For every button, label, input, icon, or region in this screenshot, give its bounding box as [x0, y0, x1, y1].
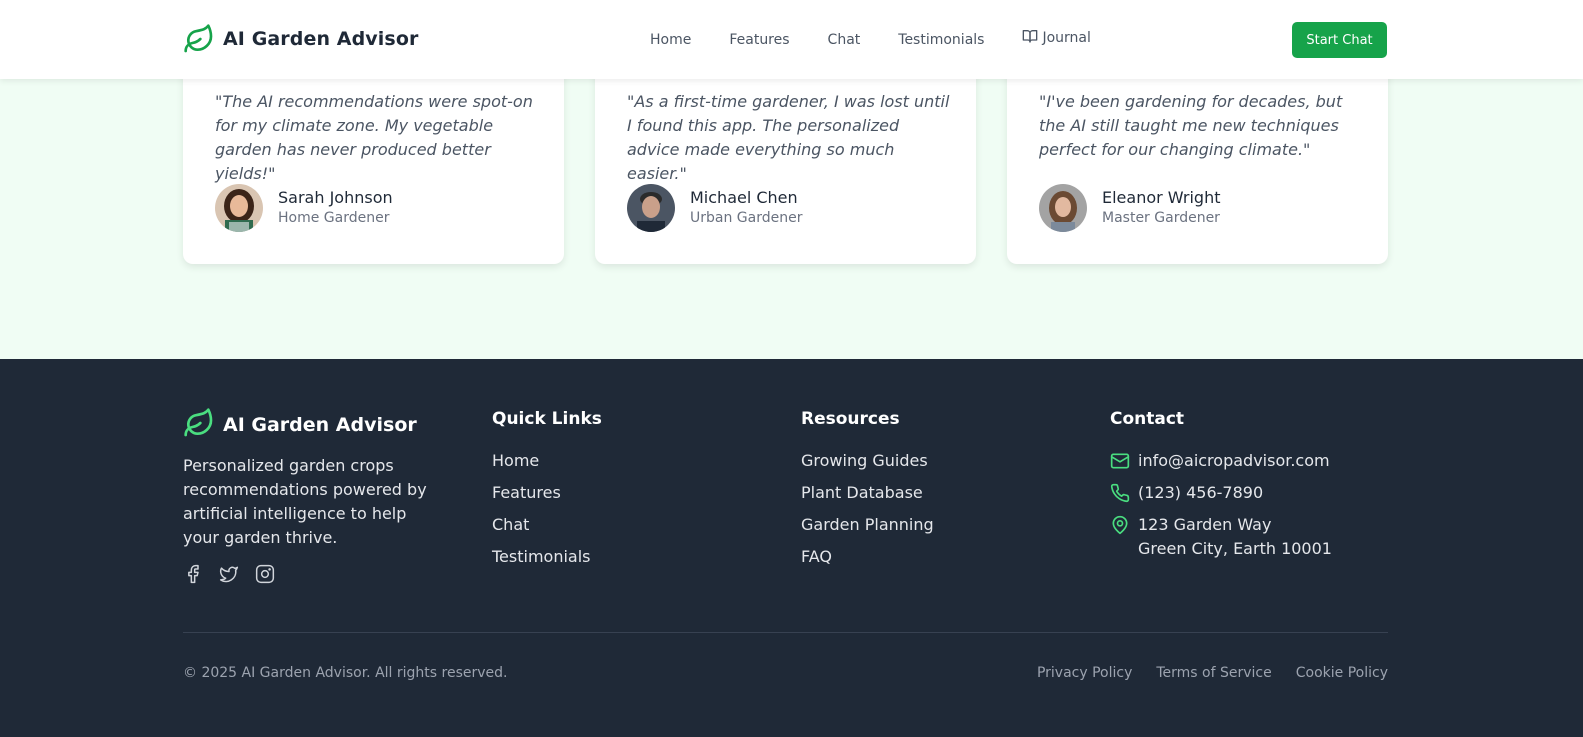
map-pin-icon [1110, 515, 1130, 535]
person-name: Eleanor Wright [1102, 188, 1221, 207]
site-header: AI Garden Advisor Home Features Chat Tes… [0, 0, 1583, 79]
address-line-1: 123 Garden Way [1138, 515, 1272, 534]
contact-title: Contact [1110, 409, 1185, 429]
footer-link-garden-planning[interactable]: Garden Planning [801, 515, 934, 535]
testimonial-quote: "As a first-time gardener, I was lost un… [627, 92, 950, 183]
nav-features[interactable]: Features [729, 32, 789, 48]
brand-name: AI Garden Advisor [223, 28, 419, 50]
resources-title: Resources [801, 409, 900, 429]
contact-phone[interactable]: (123) 456-7890 [1110, 481, 1263, 505]
copyright-text: © 2025 AI Garden Advisor. All rights res… [183, 665, 508, 681]
contact-email[interactable]: info@aicropadvisor.com [1110, 449, 1330, 473]
journal-label: Journal [1042, 30, 1091, 46]
footer-link-plant-database[interactable]: Plant Database [801, 483, 934, 503]
person-role: Urban Gardener [690, 210, 803, 226]
avatar [215, 184, 263, 232]
footer-description: Personalized garden crops recommendation… [183, 456, 427, 547]
quick-links-list: Home Features Chat Testimonials [492, 451, 591, 579]
footer-link-home[interactable]: Home [492, 451, 591, 471]
start-chat-button[interactable]: Start Chat [1292, 22, 1387, 58]
legal-links: Privacy Policy Terms of Service Cookie P… [1037, 665, 1388, 681]
person-role: Master Gardener [1102, 210, 1220, 226]
footer-link-testimonials[interactable]: Testimonials [492, 547, 591, 567]
nav-chat[interactable]: Chat [828, 32, 861, 48]
nav-journal[interactable]: Journal [1022, 28, 1091, 48]
leaf-icon [183, 23, 215, 55]
nav-testimonials[interactable]: Testimonials [898, 32, 984, 48]
social-links [183, 564, 277, 586]
book-open-icon [1022, 28, 1038, 48]
brand-logo[interactable]: AI Garden Advisor [183, 23, 418, 55]
person-name: Michael Chen [690, 188, 798, 207]
testimonial-quote: "I've been gardening for decades, but th… [1039, 92, 1343, 159]
person-name: Sarah Johnson [278, 188, 393, 207]
email-text: info@aicropadvisor.com [1138, 451, 1330, 470]
twitter-icon[interactable] [219, 564, 241, 586]
address-line-2: Green City, Earth 10001 [1138, 539, 1332, 558]
avatar [1039, 184, 1087, 232]
facebook-icon[interactable] [183, 564, 205, 586]
person-role: Home Gardener [278, 210, 390, 226]
quick-links-title: Quick Links [492, 409, 602, 429]
footer-brand[interactable]: AI Garden Advisor [183, 407, 417, 443]
footer-link-faq[interactable]: FAQ [801, 547, 934, 567]
main-nav: Home Features Chat Testimonials Journal [650, 28, 1129, 48]
cookie-policy-link[interactable]: Cookie Policy [1296, 665, 1388, 681]
footer-link-chat[interactable]: Chat [492, 515, 591, 535]
site-footer: AI Garden Advisor Personalized garden cr… [0, 359, 1583, 737]
resources-list: Growing Guides Plant Database Garden Pla… [801, 451, 934, 579]
nav-home[interactable]: Home [650, 32, 691, 48]
testimonial-quote: "The AI recommendations were spot-on for… [215, 92, 533, 183]
terms-of-service-link[interactable]: Terms of Service [1156, 665, 1271, 681]
mail-icon [1110, 451, 1130, 471]
phone-text: (123) 456-7890 [1138, 483, 1264, 502]
contact-address: 123 Garden Way Green City, Earth 10001 [1110, 513, 1332, 561]
leaf-icon [183, 407, 215, 443]
avatar [627, 184, 675, 232]
footer-divider [183, 632, 1388, 633]
privacy-policy-link[interactable]: Privacy Policy [1037, 665, 1132, 681]
footer-link-features[interactable]: Features [492, 483, 591, 503]
instagram-icon[interactable] [255, 564, 277, 586]
phone-icon [1110, 483, 1130, 503]
footer-brand-name: AI Garden Advisor [223, 414, 417, 436]
footer-link-growing-guides[interactable]: Growing Guides [801, 451, 934, 471]
